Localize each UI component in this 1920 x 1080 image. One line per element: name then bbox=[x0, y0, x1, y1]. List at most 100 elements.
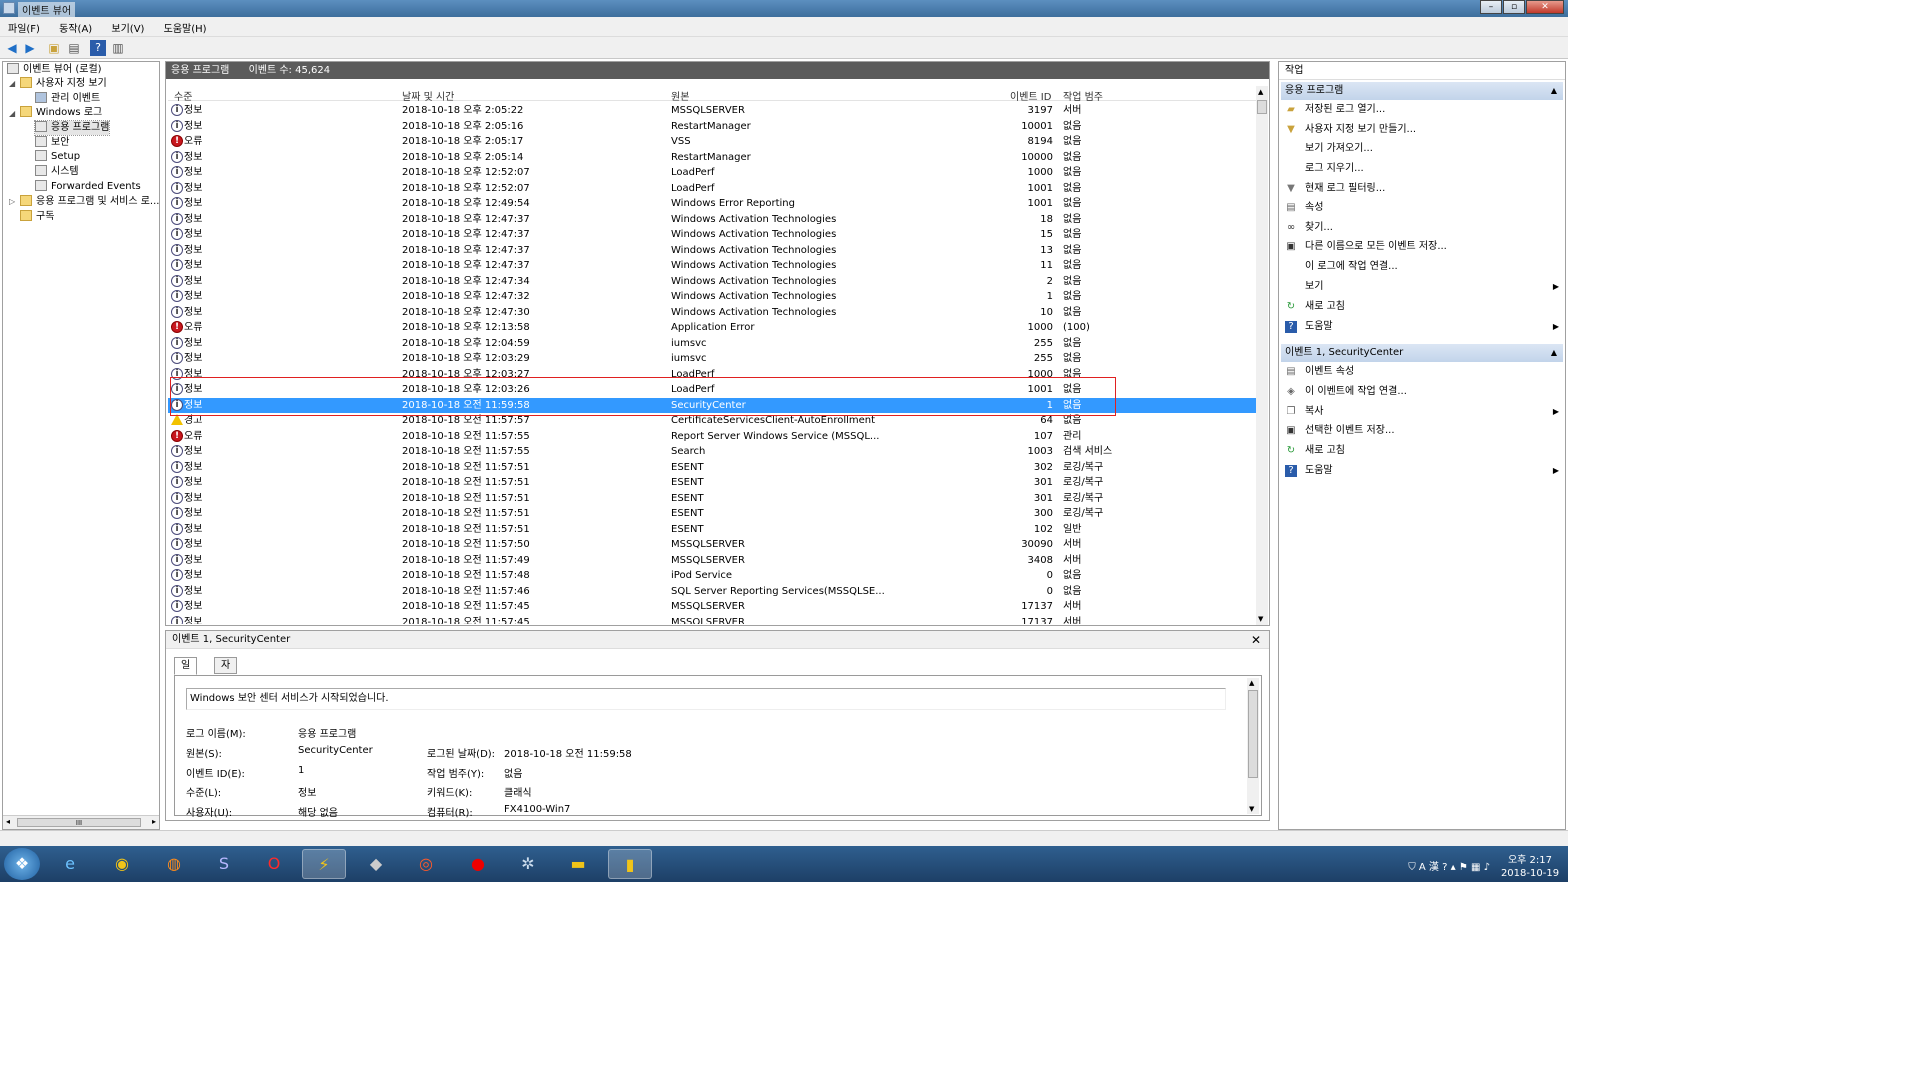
expand-arrow-icon[interactable]: ◢ bbox=[9, 79, 17, 88]
help-icon[interactable]: ? bbox=[90, 40, 106, 56]
scroll-thumb[interactable] bbox=[1248, 690, 1258, 778]
event-row[interactable]: i 정보 2018-10-18 오전 11:57:48 iPod Service 0 없음 bbox=[168, 568, 1256, 584]
event-row[interactable]: i 정보 2018-10-18 오전 11:57:46 SQL Server Repo… bbox=[168, 584, 1256, 600]
show-hide-tree-icon[interactable]: ▤ bbox=[66, 40, 82, 56]
event-viewer-taskbar-icon[interactable]: ▮ bbox=[608, 849, 652, 879]
event-row[interactable]: i 정보 2018-10-18 오전 11:57:51 ESENT 301 로깅/복구 bbox=[168, 475, 1256, 491]
volume-icon[interactable]: ♪ bbox=[1484, 862, 1490, 873]
event-row[interactable]: i 정보 2018-10-18 오전 11:57:51 ESENT 300 로깅/복구 bbox=[168, 506, 1256, 522]
start-button[interactable]: ❖ bbox=[4, 848, 40, 880]
event-row[interactable]: i 정보 2018-10-18 오후 12:04:59 iumsvc 255 없음 bbox=[168, 336, 1256, 352]
event-row[interactable]: i 정보 2018-10-18 오후 12:47:37 Windows Activat… bbox=[168, 243, 1256, 259]
scroll-up-icon[interactable]: ▲ bbox=[1249, 679, 1254, 687]
event-row[interactable]: i 정보 2018-10-18 오전 11:57:51 ESENT 302 로깅/복구 bbox=[168, 460, 1256, 476]
scroll-up-icon[interactable]: ▲ bbox=[1258, 88, 1263, 96]
scroll-left-icon[interactable]: ◂ bbox=[6, 817, 10, 826]
action-center-flag-icon[interactable]: ⚑ bbox=[1459, 862, 1468, 873]
event-row[interactable]: i 정보 2018-10-18 오후 12:47:37 Windows Activat… bbox=[168, 212, 1256, 228]
detail-scrollbar[interactable]: ▲ ▼ bbox=[1247, 678, 1259, 814]
event-row[interactable]: ! 오류 2018-10-18 오후 2:05:17 VSS 8194 없음 bbox=[168, 134, 1256, 150]
scroll-down-icon[interactable]: ▼ bbox=[1249, 805, 1254, 813]
scroll-thumb[interactable] bbox=[1257, 100, 1267, 114]
close-detail-icon[interactable]: ✕ bbox=[1251, 631, 1261, 649]
action-attach-task-to-event[interactable]: ◈ 이 이벤트에 작업 연결... bbox=[1283, 383, 1561, 401]
tree-app-icon[interactable]: ✲ bbox=[506, 849, 550, 879]
event-row[interactable]: ! 오류 2018-10-18 오전 11:57:55 Report Server W… bbox=[168, 429, 1256, 445]
tree-horizontal-scrollbar[interactable]: ◂ III ▸ bbox=[3, 815, 159, 829]
menu-view[interactable]: 보기(V) bbox=[103, 17, 152, 35]
event-row[interactable]: i 정보 2018-10-18 오전 11:59:58 SecurityCenter 1… bbox=[168, 397, 1256, 413]
tree-application-log[interactable]: 응용 프로그램 bbox=[33, 120, 111, 136]
record-app-icon[interactable]: ● bbox=[456, 849, 500, 879]
package-app-icon[interactable]: ◆ bbox=[354, 849, 398, 879]
shield-icon[interactable]: ⛉ bbox=[1408, 862, 1416, 873]
tree-system-log[interactable]: 시스템 bbox=[35, 165, 79, 179]
tree-custom-views[interactable]: 사용자 지정 보기 bbox=[20, 77, 107, 91]
event-row[interactable]: ! 오류 2018-10-18 오후 12:13:58 Application Err… bbox=[168, 320, 1256, 336]
event-row[interactable]: i 정보 2018-10-18 오전 11:57:45 MSSQLSERVER 1713… bbox=[168, 599, 1256, 615]
action-open-saved-log[interactable]: ▰ 저장된 로그 열기... bbox=[1283, 101, 1561, 119]
scroll-down-icon[interactable]: ▼ bbox=[1258, 615, 1263, 623]
tree-apps-services[interactable]: 응용 프로그램 및 서비스 로... bbox=[20, 195, 159, 209]
tab-general[interactable]: 일반 bbox=[174, 657, 198, 687]
action-properties[interactable]: ▤ 속성 bbox=[1283, 199, 1561, 217]
column-event-id[interactable]: 이벤트 ID bbox=[1010, 88, 1051, 103]
event-row[interactable]: i 정보 2018-10-18 오후 12:03:26 LoadPerf 1001 없음 bbox=[168, 382, 1256, 398]
event-row[interactable]: i 정보 2018-10-18 오후 12:47:37 Windows Activat… bbox=[168, 258, 1256, 274]
expand-arrow-icon[interactable]: ◢ bbox=[9, 109, 17, 118]
action-attach-task-to-log[interactable]: 이 로그에 작업 연결... bbox=[1283, 258, 1561, 276]
event-row[interactable]: i 정보 2018-10-18 오전 11:57:51 ESENT 301 로깅/복구 bbox=[168, 491, 1256, 507]
tray-expand-icon[interactable]: ▴ bbox=[1451, 862, 1456, 873]
event-row[interactable]: i 정보 2018-10-18 오후 12:03:27 LoadPerf 1000 없음 bbox=[168, 367, 1256, 383]
collapse-caret-icon[interactable]: ▲ bbox=[1551, 344, 1557, 362]
tree-setup-log[interactable]: Setup bbox=[35, 150, 80, 164]
opera-icon[interactable]: O bbox=[252, 849, 296, 879]
event-message[interactable]: Windows 보안 센터 서비스가 시작되었습니다. bbox=[186, 688, 1226, 710]
tree-security-log[interactable]: 보안 bbox=[35, 136, 69, 150]
action-refresh-event[interactable]: ↻ 새로 고침 bbox=[1283, 442, 1561, 460]
event-row[interactable]: i 정보 2018-10-18 오전 11:57:45 MSSQLSERVER 1713… bbox=[168, 615, 1256, 624]
explorer-folder-icon[interactable]: ▬ bbox=[556, 849, 600, 879]
action-filter-current-log[interactable]: ▼ 현재 로그 필터링... bbox=[1283, 180, 1561, 198]
clock[interactable]: 오후 2:17 2018-10-19 bbox=[1500, 854, 1560, 880]
event-row[interactable]: i 정보 2018-10-18 오후 12:52:07 LoadPerf 1000 없음 bbox=[168, 165, 1256, 181]
minimize-button[interactable]: – bbox=[1480, 0, 1502, 14]
folder-up-icon[interactable]: ▣ bbox=[46, 40, 62, 56]
internet-explorer-icon[interactable]: e bbox=[48, 849, 92, 879]
action-find[interactable]: ∞ 찾기... bbox=[1283, 219, 1561, 237]
event-row[interactable]: 경고 2018-10-18 오전 11:57:57 CertificateServi… bbox=[168, 413, 1256, 429]
tree-windows-logs[interactable]: Windows 로그 bbox=[20, 106, 102, 120]
event-row[interactable]: i 정보 2018-10-18 오전 11:57:51 ESENT 102 일반 bbox=[168, 522, 1256, 538]
scroll-right-icon[interactable]: ▸ bbox=[152, 817, 156, 826]
tree-root[interactable]: 이벤트 뷰어 (로컬) bbox=[7, 63, 102, 77]
tree-admin-events[interactable]: 관리 이벤트 bbox=[35, 92, 100, 106]
action-create-custom-view[interactable]: ▼ 사용자 지정 보기 만들기... bbox=[1283, 121, 1561, 139]
tray-icons[interactable]: ⛉ A 漢 ? ▴ ⚑ ▦ ♪ bbox=[1408, 858, 1490, 873]
tab-details[interactable]: 자세히 bbox=[214, 657, 238, 703]
column-datetime[interactable]: 날짜 및 시간 bbox=[402, 88, 454, 103]
forward-arrow-icon[interactable]: ▶ bbox=[22, 40, 38, 56]
chrome-icon[interactable]: ◉ bbox=[100, 849, 144, 879]
action-import-view[interactable]: 보기 가져오기... bbox=[1283, 140, 1561, 158]
action-view[interactable]: 보기 ▶ bbox=[1283, 278, 1561, 296]
action-refresh[interactable]: ↻ 새로 고침 bbox=[1283, 298, 1561, 316]
event-row[interactable]: i 정보 2018-10-18 오후 12:03:29 iumsvc 255 없음 bbox=[168, 351, 1256, 367]
pinned-app-icon[interactable]: ⚡ bbox=[302, 849, 346, 879]
event-row[interactable]: i 정보 2018-10-18 오후 12:52:07 LoadPerf 1001 없음 bbox=[168, 181, 1256, 197]
actions-section-event[interactable]: 이벤트 1, SecurityCenter ▲ bbox=[1281, 344, 1563, 362]
event-row[interactable]: i 정보 2018-10-18 오후 12:49:54 Windows Error R… bbox=[168, 196, 1256, 212]
event-row[interactable]: i 정보 2018-10-18 오후 12:47:34 Windows Activat… bbox=[168, 274, 1256, 290]
maximize-button[interactable]: ▫ bbox=[1503, 0, 1525, 14]
event-row[interactable]: i 정보 2018-10-18 오후 2:05:14 RestartManager 10… bbox=[168, 150, 1256, 166]
action-event-properties[interactable]: ▤ 이벤트 속성 bbox=[1283, 363, 1561, 381]
action-save-selected-events[interactable]: ▣ 선택한 이벤트 저장... bbox=[1283, 422, 1561, 440]
back-arrow-icon[interactable]: ◀ bbox=[4, 40, 20, 56]
menu-action[interactable]: 동작(A) bbox=[51, 17, 100, 35]
firefox-icon[interactable]: ◍ bbox=[152, 849, 196, 879]
actions-section-log[interactable]: 응용 프로그램 ▲ bbox=[1281, 82, 1563, 100]
event-list-scrollbar[interactable]: ▲ ▼ bbox=[1256, 86, 1268, 625]
action-clear-log[interactable]: 로그 지우기... bbox=[1283, 160, 1561, 178]
media-app-icon[interactable]: ◎ bbox=[404, 849, 448, 879]
show-hide-action-pane-icon[interactable]: ▥ bbox=[110, 40, 126, 56]
action-help[interactable]: ? 도움말 ▶ bbox=[1283, 318, 1561, 336]
